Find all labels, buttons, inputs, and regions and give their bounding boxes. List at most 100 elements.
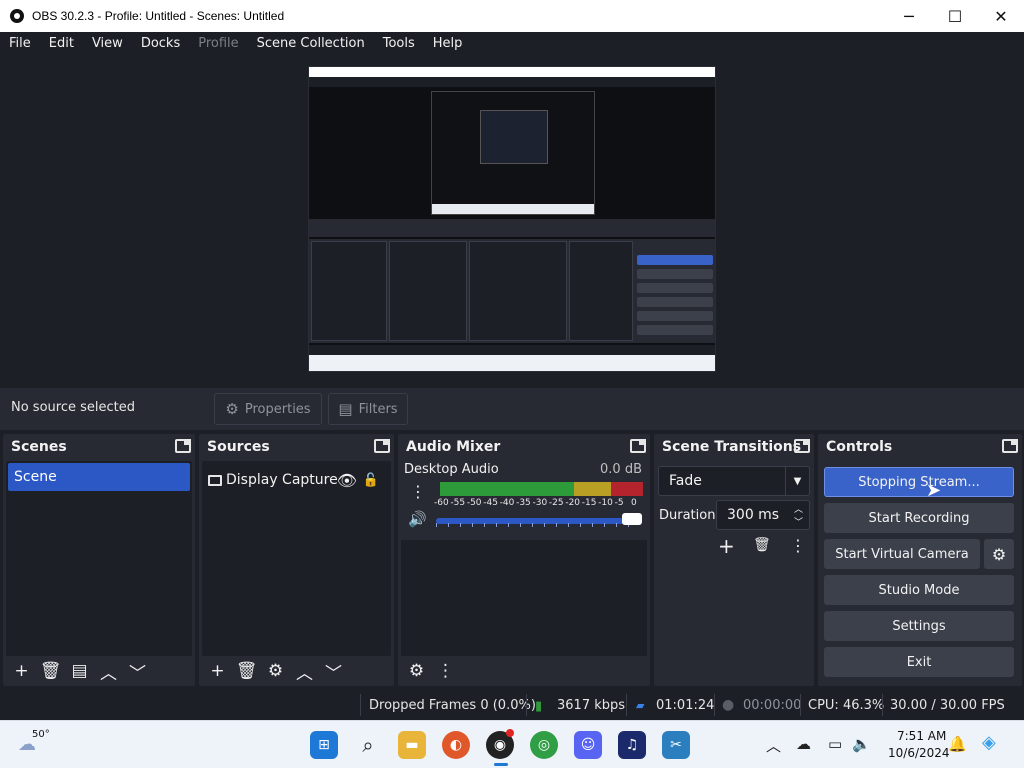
- bitrate: 3617 kbps: [557, 698, 626, 713]
- maximize-button[interactable]: ☐: [932, 0, 978, 32]
- notification-bell-icon[interactable]: 🔔: [948, 735, 967, 753]
- move-up-icon[interactable]: ︿: [94, 657, 123, 685]
- transition-select[interactable]: Fade ▼: [658, 466, 810, 496]
- chrome-icon[interactable]: ◎: [530, 731, 558, 759]
- mixer-menu-icon[interactable]: ⋮: [431, 657, 460, 685]
- move-up-icon[interactable]: ︿: [290, 657, 319, 685]
- add-transition-icon[interactable]: +: [718, 534, 735, 558]
- scenes-list: Scene: [6, 461, 192, 656]
- transition-menu-icon[interactable]: ⋮: [790, 536, 806, 555]
- start-virtual-camera-button[interactable]: Start Virtual Camera: [824, 539, 980, 569]
- menu-docks[interactable]: Docks: [132, 32, 189, 56]
- exit-button[interactable]: Exit: [824, 647, 1014, 677]
- controls-dock: Controls Stopping Stream... Start Record…: [818, 434, 1022, 686]
- volume-slider-ticks: [436, 523, 640, 527]
- spin-up-icon[interactable]: ︿: [794, 502, 803, 515]
- dock-float-icon[interactable]: [175, 439, 191, 453]
- discord-icon[interactable]: ☺: [574, 731, 602, 759]
- start-recording-button[interactable]: Start Recording: [824, 503, 1014, 533]
- kdenlive-icon[interactable]: ✂: [662, 731, 690, 759]
- chevron-up-icon[interactable]: ︿: [766, 735, 781, 756]
- mixer-footer: ⚙ ⋮: [398, 656, 650, 686]
- scene-item[interactable]: Scene: [8, 463, 190, 491]
- minimize-button[interactable]: ─: [886, 0, 932, 32]
- scene-filters-icon[interactable]: ▤: [65, 657, 94, 685]
- mouse-cursor-icon: ➤: [926, 480, 942, 501]
- search-icon[interactable]: ⌕: [354, 731, 382, 759]
- menu-profile[interactable]: Profile: [189, 32, 247, 56]
- move-down-icon[interactable]: ﹀: [123, 657, 152, 685]
- source-toolbar: No source selected ⚙ Properties ▤ Filter…: [0, 388, 1024, 430]
- dock-float-icon[interactable]: [794, 439, 810, 453]
- windows-taskbar: ☁ 50° ⊞ ⌕ ▬ ◐ ◉ ◎ ☺ ♫ ✂ ︿ ☁ ▭ 🔈 7:51 AM …: [0, 720, 1024, 768]
- dock-float-icon[interactable]: [630, 439, 646, 453]
- eye-icon[interactable]: 👁: [337, 471, 357, 490]
- speaker-icon[interactable]: 🔊: [408, 510, 427, 528]
- trash-icon[interactable]: 🗑: [232, 657, 261, 685]
- add-icon[interactable]: +: [203, 657, 232, 685]
- volume-slider[interactable]: [436, 518, 640, 527]
- dock-float-icon[interactable]: [1002, 439, 1018, 453]
- volume-icon[interactable]: 🔈: [852, 735, 871, 753]
- menu-edit[interactable]: Edit: [40, 32, 83, 56]
- device-icon[interactable]: ▭: [828, 735, 842, 753]
- meter-scale-label: -5: [614, 498, 624, 508]
- record-time: 00:00:00: [743, 698, 802, 713]
- program-preview[interactable]: [308, 66, 716, 372]
- status-separator: [526, 694, 527, 716]
- duration-spinbox[interactable]: 300 ms ︿ ﹀: [716, 500, 810, 530]
- onedrive-offline-icon[interactable]: ☁: [796, 735, 811, 753]
- volume-meter: [440, 482, 643, 496]
- scenes-footer: + 🗑 ▤ ︿ ﹀: [3, 656, 195, 686]
- audacity-icon[interactable]: ♫: [618, 731, 646, 759]
- duration-label: Duration: [659, 508, 716, 523]
- preview-mirror-statusbar: [309, 345, 715, 355]
- preview-mirror-scenes: [311, 241, 387, 341]
- channel-db: 0.0 dB: [600, 462, 642, 477]
- gear-icon[interactable]: ⚙: [261, 657, 290, 685]
- preview-mirror-exit-button: [637, 325, 713, 335]
- preview-mirror-titlebar: [309, 67, 715, 77]
- studio-mode-button[interactable]: Studio Mode: [824, 575, 1014, 605]
- volume-slider-thumb[interactable]: [622, 513, 642, 525]
- close-button[interactable]: ✕: [978, 0, 1024, 32]
- trash-icon[interactable]: 🗑: [36, 657, 65, 685]
- obs-logo-icon: [10, 9, 24, 23]
- clock-time[interactable]: 7:51 AM: [897, 729, 946, 743]
- source-item[interactable]: Display Capture 👁 🔓: [208, 469, 385, 491]
- advanced-audio-gear-icon[interactable]: ⚙: [402, 657, 431, 685]
- menu-help[interactable]: Help: [424, 32, 472, 56]
- firefox-icon[interactable]: ◐: [442, 731, 470, 759]
- gear-icon: ⚙: [225, 400, 239, 418]
- meter-scale-label: -35: [516, 498, 531, 508]
- spin-down-icon[interactable]: ﹀: [794, 515, 803, 528]
- clock-date[interactable]: 10/6/2024: [888, 746, 950, 760]
- channel-menu-icon[interactable]: ⋮: [410, 482, 426, 501]
- menu-file[interactable]: File: [0, 32, 40, 56]
- file-explorer-icon[interactable]: ▬: [398, 731, 426, 759]
- virtual-camera-settings-button[interactable]: ⚙: [984, 539, 1014, 569]
- sources-footer: + 🗑 ⚙ ︿ ﹀: [199, 656, 394, 686]
- filter-icon: ▤: [338, 400, 353, 418]
- add-icon[interactable]: +: [7, 657, 36, 685]
- meter-scale-label: 0: [631, 498, 637, 508]
- filters-button[interactable]: ▤ Filters: [328, 393, 408, 425]
- dock-float-icon[interactable]: [374, 439, 390, 453]
- meter-green-segment: [440, 482, 574, 496]
- remove-transition-icon[interactable]: 🗑: [753, 537, 771, 553]
- window-titlebar: OBS 30.2.3 - Profile: Untitled - Scenes:…: [0, 0, 1024, 32]
- properties-button[interactable]: ⚙ Properties: [214, 393, 322, 425]
- chevron-down-icon: ▼: [785, 467, 809, 495]
- menu-scene-collection[interactable]: Scene Collection: [248, 32, 374, 56]
- dropped-frames: Dropped Frames 0 (0.0%): [369, 698, 536, 713]
- unlock-icon[interactable]: 🔓: [363, 473, 379, 488]
- menu-tools[interactable]: Tools: [374, 32, 424, 56]
- sources-list: Display Capture 👁 🔓: [202, 461, 391, 656]
- move-down-icon[interactable]: ﹀: [319, 657, 348, 685]
- stream-button[interactable]: Stopping Stream...: [824, 467, 1014, 497]
- channel-label-row: Desktop Audio 0.0 dB: [404, 462, 642, 477]
- start-icon[interactable]: ⊞: [310, 731, 338, 759]
- copilot-icon[interactable]: ◈: [982, 732, 996, 753]
- menu-view[interactable]: View: [83, 32, 132, 56]
- settings-button[interactable]: Settings: [824, 611, 1014, 641]
